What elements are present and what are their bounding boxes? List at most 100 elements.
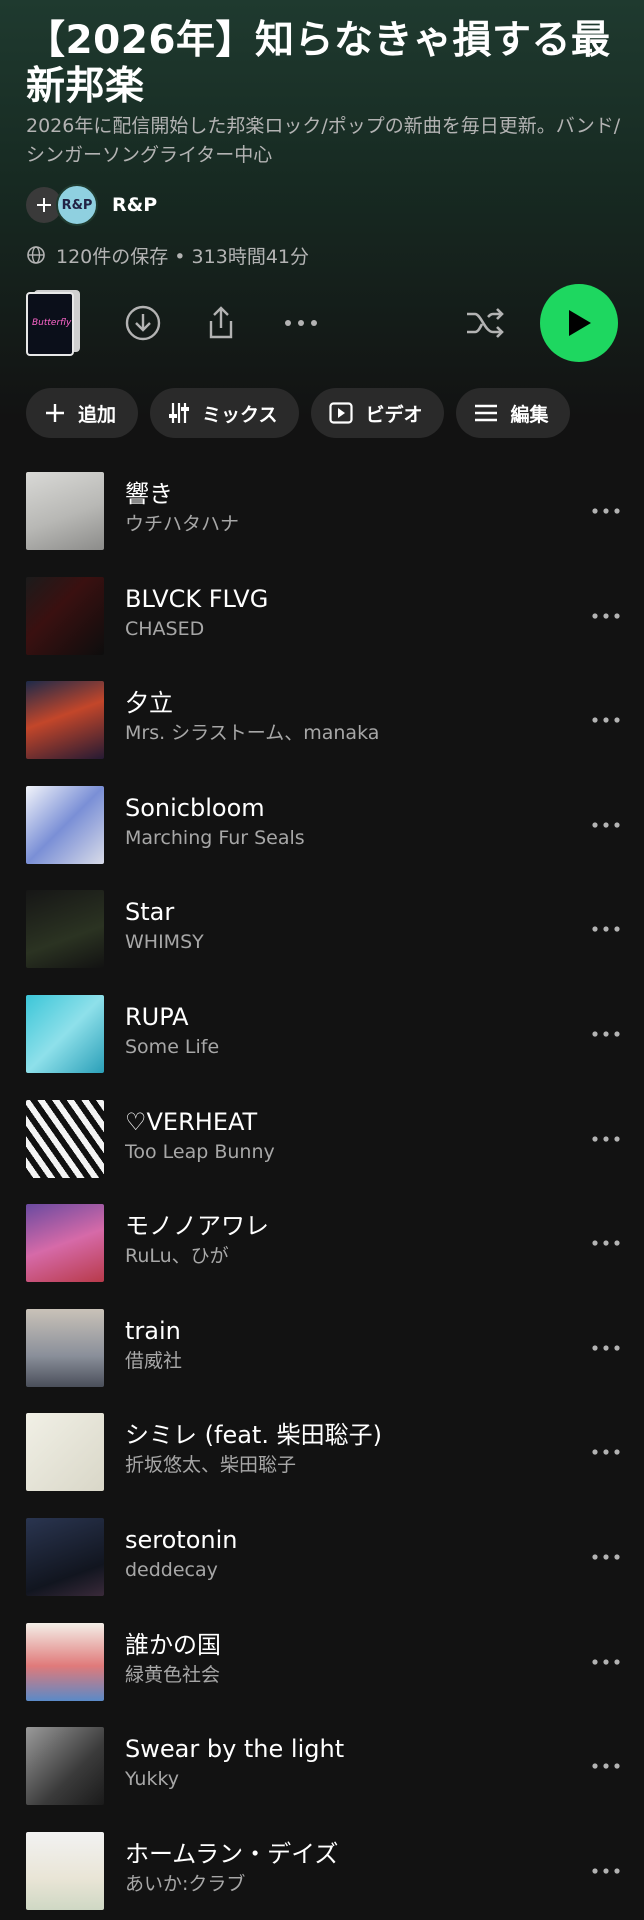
track-artist: RuLu、ひが <box>125 1245 229 1268</box>
track-more-button[interactable] <box>586 914 626 944</box>
globe-icon <box>27 246 45 264</box>
share-button[interactable] <box>200 302 242 344</box>
track-artist: 緑黄色社会 <box>125 1663 221 1686</box>
album-art <box>26 1099 104 1178</box>
more-horizontal-icon <box>592 1554 620 1560</box>
track-row[interactable]: 響き ウチハタハナ <box>26 472 626 577</box>
more-horizontal-icon <box>592 822 620 828</box>
track-more-button[interactable] <box>586 496 626 526</box>
track-more-button[interactable] <box>586 1228 626 1258</box>
track-title: train <box>125 1316 181 1345</box>
track-artist: Marching Fur Seals <box>125 826 305 849</box>
track-artist: deddecay <box>125 1558 218 1581</box>
filter-chips: 追加 ミックス ビデオ 編集 <box>26 388 571 438</box>
album-art <box>26 1727 104 1806</box>
add-chip-label: 追加 <box>78 403 117 426</box>
track-artist: Too Leap Bunny <box>125 1140 275 1163</box>
track-title: 響き <box>125 480 173 508</box>
shuffle-button[interactable] <box>464 302 506 344</box>
shuffle-icon <box>467 308 504 338</box>
playlist-page: 【2026年】知らなきゃ損する最新邦楽 2026年に配信開始した邦楽ロック/ポッ… <box>0 0 644 1920</box>
more-horizontal-icon <box>592 1868 620 1874</box>
track-artist: CHASED <box>125 617 205 640</box>
track-list: 響き ウチハタハナ BLVCK FLVG CHASED 夕立 Mrs. シラストーム、ma… <box>26 472 626 1920</box>
album-art <box>26 472 104 550</box>
track-more-button[interactable] <box>586 1647 626 1677</box>
track-artist: Some Life <box>125 1035 220 1058</box>
album-art <box>26 1517 104 1596</box>
action-bar: Butterfly <box>26 284 618 362</box>
album-art <box>26 1831 104 1910</box>
owner-row: R&P R&P <box>26 184 157 226</box>
track-row[interactable]: ホームラン・デイズ あいか:クラブ <box>26 1831 626 1920</box>
track-artist: 折坂悠太、柴田聡子 <box>125 1454 297 1477</box>
track-row[interactable]: Sonicbloom Marching Fur Seals <box>26 785 626 891</box>
album-art <box>26 1204 104 1283</box>
more-horizontal-icon <box>592 1449 620 1455</box>
owner-avatar[interactable]: R&P <box>56 184 98 226</box>
track-row[interactable]: ♡VERHEAT Too Leap Bunny <box>26 1099 626 1205</box>
track-title: serotonin <box>125 1525 238 1554</box>
track-row[interactable]: BLVCK FLVG CHASED <box>26 576 626 682</box>
track-title: モノノアワレ <box>125 1212 269 1241</box>
track-more-button[interactable] <box>586 1333 626 1363</box>
track-title: シミレ (feat. 柴田聡子) <box>125 1421 382 1450</box>
play-button[interactable] <box>540 284 618 362</box>
track-row[interactable]: 夕立 Mrs. シラストーム、manaka <box>26 681 626 786</box>
video-chip[interactable]: ビデオ <box>311 388 445 438</box>
track-row[interactable]: シミレ (feat. 柴田聡子) 折坂悠太、柴田聡子 <box>26 1413 626 1518</box>
track-title: 誰かの国 <box>125 1630 221 1659</box>
video-icon <box>329 402 354 424</box>
track-more-button[interactable] <box>586 1124 626 1154</box>
track-artist: WHIMSY <box>125 931 204 954</box>
add-chip[interactable]: 追加 <box>26 388 139 438</box>
cover-text: Butterfly <box>32 318 72 328</box>
more-horizontal-icon <box>592 612 620 619</box>
edit-chip[interactable]: 編集 <box>456 388 571 438</box>
track-row[interactable]: Swear by the light Yukky <box>26 1727 626 1832</box>
edit-chip-label: 編集 <box>510 403 549 426</box>
track-row[interactable]: モノノアワレ RuLu、ひが <box>26 1204 626 1309</box>
track-artist: Yukky <box>125 1768 180 1791</box>
track-more-button[interactable] <box>586 810 626 840</box>
download-button[interactable] <box>122 302 164 344</box>
more-horizontal-icon <box>285 320 317 326</box>
sliders-icon <box>169 403 190 423</box>
playlist-description: 2026年に配信開始した邦楽ロック/ポップの新曲を毎日更新。バンド/シンガーソン… <box>26 115 621 166</box>
track-artist: あいか:クラブ <box>125 1872 246 1895</box>
track-artist: 借威社 <box>125 1349 183 1372</box>
album-art <box>26 994 104 1073</box>
more-horizontal-icon <box>592 1240 620 1246</box>
playlist-title: 【2026年】知らなきゃ損する最新邦楽 <box>26 18 611 109</box>
plus-icon <box>46 404 64 422</box>
more-options-button[interactable] <box>280 302 322 344</box>
track-row[interactable]: RUPA Some Life <box>26 994 626 1100</box>
track-row[interactable]: Star WHIMSY <box>26 890 626 995</box>
plus-icon <box>37 198 51 212</box>
playlist-cover-thumbnail[interactable]: Butterfly <box>26 290 82 356</box>
track-more-button[interactable] <box>586 1019 626 1049</box>
track-title: BLVCK FLVG <box>125 584 269 613</box>
track-more-button[interactable] <box>586 1542 626 1572</box>
more-horizontal-icon <box>592 1345 620 1351</box>
track-row[interactable]: train 借威社 <box>26 1308 626 1414</box>
track-more-button[interactable] <box>586 1751 626 1781</box>
track-row[interactable]: serotonin deddecay <box>26 1517 626 1623</box>
album-art <box>26 1308 104 1387</box>
track-row[interactable]: 誰かの国 緑黄色社会 <box>26 1622 626 1728</box>
share-icon <box>209 306 233 339</box>
more-horizontal-icon <box>592 508 620 514</box>
track-title: ♡VERHEAT <box>125 1107 258 1136</box>
owner-name[interactable]: R&P <box>112 194 157 216</box>
more-horizontal-icon <box>592 717 620 723</box>
track-more-button[interactable] <box>586 705 626 735</box>
track-more-button[interactable] <box>586 1437 626 1467</box>
cover-front: Butterfly <box>26 292 74 356</box>
track-title: RUPA <box>125 1002 189 1031</box>
more-horizontal-icon <box>592 926 620 932</box>
track-more-button[interactable] <box>586 601 626 631</box>
mix-chip-label: ミックス <box>202 403 278 426</box>
mix-chip[interactable]: ミックス <box>150 388 300 438</box>
track-title: Swear by the light <box>125 1735 345 1764</box>
track-more-button[interactable] <box>586 1856 626 1886</box>
